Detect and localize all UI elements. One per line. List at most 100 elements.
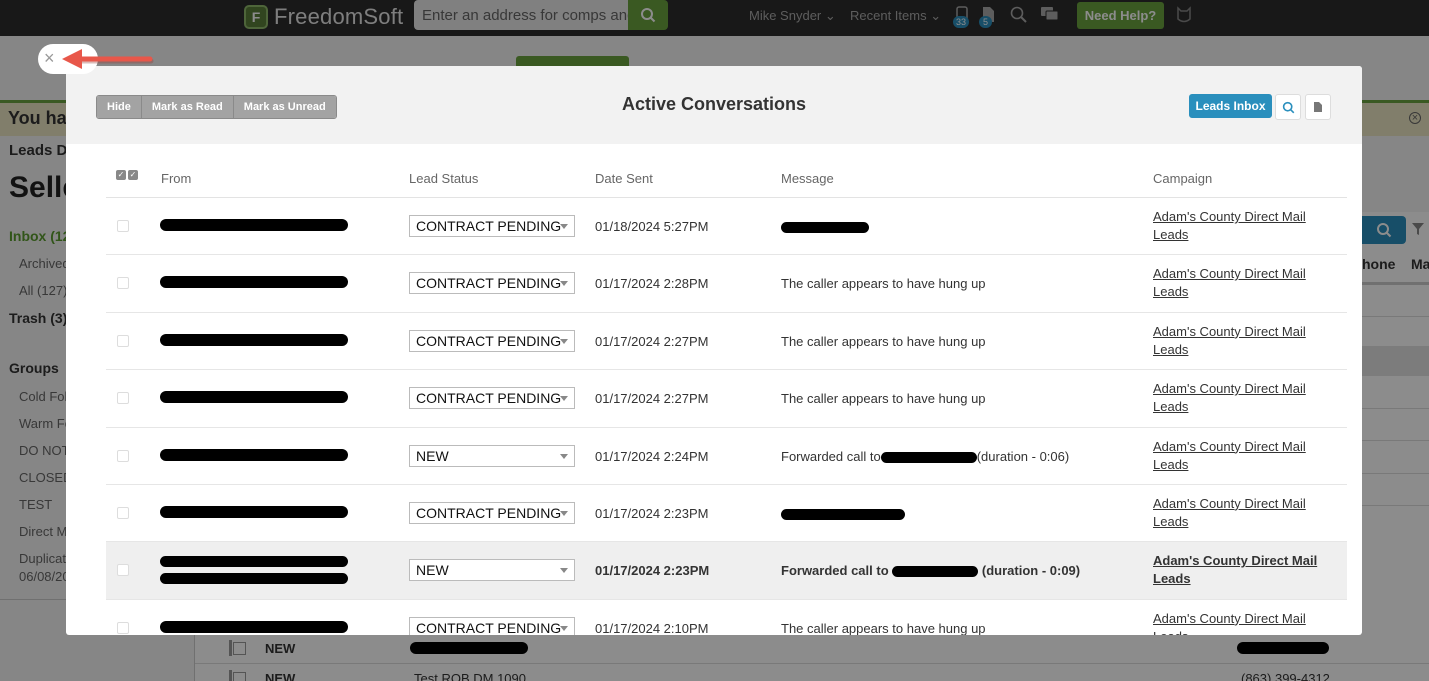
export-button[interactable]	[1305, 94, 1331, 120]
row-checkbox[interactable]	[117, 564, 129, 577]
column-header-lead-status[interactable]: Lead Status	[409, 171, 478, 186]
select-all-checkbox[interactable]: ✓ ✓	[116, 170, 138, 180]
campaign-link[interactable]: Adam's County Direct Mail Leads	[1153, 610, 1333, 635]
date-sent: 01/17/2024 2:10PM	[595, 620, 709, 635]
lead-status-select[interactable]: NEW	[409, 444, 575, 467]
chevron-down-icon	[560, 568, 568, 574]
chevron-down-icon	[560, 510, 568, 516]
column-header-date-sent[interactable]: Date Sent	[595, 171, 653, 186]
row-checkbox[interactable]	[117, 334, 129, 347]
redaction-bar	[892, 566, 979, 578]
redaction-bar	[781, 509, 905, 521]
column-header-from[interactable]: From	[161, 171, 191, 186]
message-text: The caller appears to have hung up	[781, 333, 986, 349]
redaction-bar	[160, 448, 348, 461]
lead-status-value: CONTRACT PENDING	[416, 332, 562, 349]
lead-status-value: NEW	[416, 447, 449, 464]
from-redacted	[160, 505, 348, 519]
message-suffix: (duration - 0:06)	[976, 448, 1070, 464]
check-icon: ✓	[116, 170, 126, 180]
message-text: The caller appears to have hung up	[781, 620, 986, 635]
message-text: The caller appears to have hung up	[781, 276, 986, 292]
search-icon	[1282, 101, 1294, 113]
date-sent: 01/17/2024 2:28PM	[595, 276, 709, 292]
redaction-bar	[160, 276, 348, 289]
lead-status-select[interactable]: CONTRACT PENDING	[409, 501, 575, 524]
chevron-down-icon	[560, 281, 568, 287]
redaction-bar	[160, 505, 348, 518]
annotation-arrow-icon	[62, 49, 154, 69]
from-redacted	[160, 556, 348, 585]
modal-header: Hide Mark as Read Mark as Unread Active …	[66, 66, 1362, 144]
lead-status-select[interactable]: CONTRACT PENDING	[409, 215, 575, 237]
from-redacted	[160, 275, 348, 289]
lead-status-select[interactable]: CONTRACT PENDING	[409, 329, 575, 352]
redaction-bar	[160, 556, 348, 568]
lead-status-select[interactable]: CONTRACT PENDING	[409, 387, 575, 410]
lead-status-select[interactable]: NEW	[409, 559, 575, 582]
date-sent: 01/17/2024 2:27PM	[595, 391, 709, 407]
message-redacted	[781, 219, 869, 234]
table-row[interactable]: CONTRACT PENDING 01/17/2024 2:23PM Adam'…	[106, 485, 1347, 543]
campaign-link[interactable]: Adam's County Direct Mail Leads	[1153, 495, 1333, 531]
lead-status-select[interactable]: CONTRACT PENDING	[409, 616, 575, 635]
table-row[interactable]: CONTRACT PENDING 01/17/2024 2:27PM The c…	[106, 370, 1347, 428]
from-redacted	[160, 448, 348, 462]
date-sent: 01/18/2024 5:27PM	[595, 219, 709, 234]
chevron-down-icon	[560, 453, 568, 459]
table-row[interactable]: CONTRACT PENDING 01/17/2024 2:10PM The c…	[106, 600, 1347, 635]
lead-status-value: CONTRACT PENDING	[416, 218, 562, 234]
from-redacted	[160, 333, 348, 347]
message-prefix: Forwarded call to	[781, 448, 881, 464]
chevron-down-icon	[560, 625, 568, 631]
row-checkbox[interactable]	[117, 506, 129, 519]
lead-status-select[interactable]: CONTRACT PENDING	[409, 272, 575, 295]
check-icon: ✓	[128, 170, 138, 180]
chevron-down-icon	[560, 224, 568, 229]
from-redacted	[160, 390, 348, 404]
table-row[interactable]: CONTRACT PENDING 01/17/2024 2:27PM The c…	[106, 313, 1347, 371]
table-row-unread[interactable]: NEW 01/17/2024 2:23PM Forwarded call to …	[106, 542, 1347, 600]
message-redacted	[781, 506, 905, 521]
date-sent: 01/17/2024 2:27PM	[595, 333, 709, 349]
campaign-link[interactable]: Adam's County Direct Mail Leads	[1153, 208, 1333, 244]
redaction-bar	[160, 391, 348, 404]
lead-status-value: CONTRACT PENDING	[416, 390, 562, 407]
leads-inbox-button[interactable]: Leads Inbox	[1189, 94, 1272, 118]
column-header-message[interactable]: Message	[781, 171, 834, 186]
lead-status-value: NEW	[416, 562, 449, 579]
row-checkbox[interactable]	[117, 449, 129, 462]
table-row[interactable]: NEW 01/17/2024 2:24PM Forwarded call to (…	[106, 428, 1347, 485]
campaign-link[interactable]: Adam's County Direct Mail Leads	[1153, 438, 1333, 474]
table-row[interactable]: CONTRACT PENDING 01/18/2024 5:27PM Adam'…	[106, 198, 1347, 256]
table-row[interactable]: CONTRACT PENDING 01/17/2024 2:28PM The c…	[106, 255, 1347, 313]
column-header-campaign[interactable]: Campaign	[1153, 171, 1212, 186]
campaign-link[interactable]: Adam's County Direct Mail Leads	[1153, 323, 1333, 359]
redaction-bar	[160, 573, 348, 585]
close-icon[interactable]: ×	[44, 48, 55, 68]
row-checkbox[interactable]	[117, 277, 129, 290]
lead-status-value: CONTRACT PENDING	[416, 275, 562, 292]
campaign-link[interactable]: Adam's County Direct Mail Leads	[1153, 380, 1333, 416]
date-sent: 01/17/2024 2:24PM	[595, 448, 709, 464]
campaign-link[interactable]: Adam's County Direct Mail Leads	[1153, 552, 1333, 588]
redaction-bar	[160, 333, 348, 346]
date-sent: 01/17/2024 2:23PM	[595, 563, 710, 579]
message-text: The caller appears to have hung up	[781, 391, 986, 407]
message-text: Forwarded call to (duration - 0:09)	[781, 563, 1080, 578]
message-suffix: (duration - 0:09)	[981, 563, 1081, 579]
campaign-link[interactable]: Adam's County Direct Mail Leads	[1153, 265, 1333, 301]
redaction-bar	[160, 620, 348, 633]
chevron-down-icon	[560, 338, 568, 344]
from-redacted	[160, 218, 348, 232]
lead-status-value: CONTRACT PENDING	[416, 504, 562, 521]
modal-title: Active Conversations	[621, 94, 807, 114]
row-checkbox[interactable]	[117, 392, 129, 405]
date-sent: 01/17/2024 2:23PM	[595, 505, 709, 521]
search-conversations-button[interactable]	[1275, 94, 1301, 120]
message-prefix: Forwarded call to	[781, 563, 889, 579]
row-checkbox[interactable]	[117, 220, 129, 232]
row-checkbox[interactable]	[117, 621, 129, 634]
conversations-table-body: CONTRACT PENDING 01/18/2024 5:27PM Adam'…	[106, 198, 1347, 635]
from-redacted	[160, 620, 348, 634]
